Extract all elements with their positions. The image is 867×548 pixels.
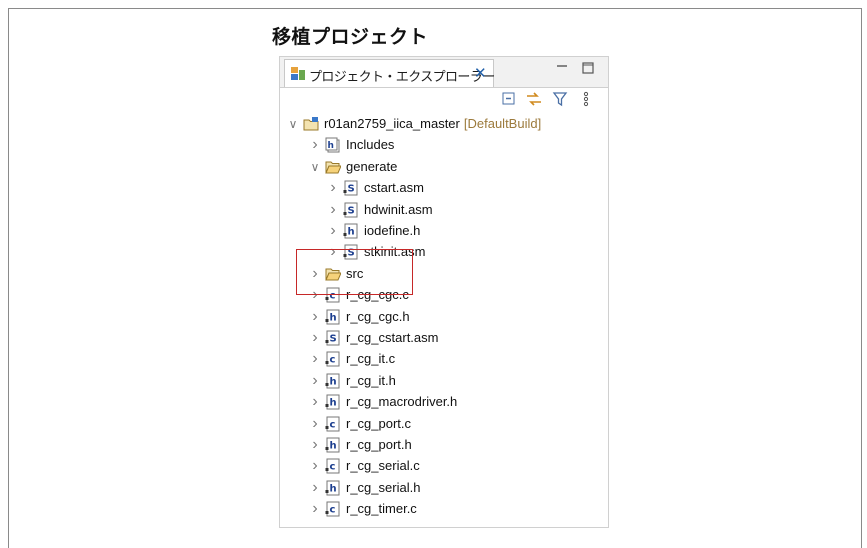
c-file-icon: c: [325, 416, 340, 431]
tree-item-label: r_cg_timer.c: [346, 501, 417, 516]
tree-row[interactable]: › h r_cg_macrodriver.h: [308, 391, 457, 412]
tree-row[interactable]: › c r_cg_serial.c: [308, 455, 420, 476]
view-menu-icon[interactable]: [582, 91, 590, 107]
tree-item-label: hdwinit.asm: [364, 202, 433, 217]
project-name: r01an2759_iica_master: [324, 116, 460, 131]
includes-icon: h: [325, 137, 340, 152]
chevron-right-icon[interactable]: ›: [308, 393, 322, 411]
tree-item-label: r_cg_serial.h: [346, 480, 421, 495]
tree-item-label: generate: [346, 159, 398, 174]
chevron-right-icon[interactable]: ›: [308, 329, 322, 347]
close-icon[interactable]: ✕: [474, 64, 487, 82]
highlight-box: [296, 249, 413, 295]
header-file-icon: h: [325, 373, 340, 388]
page-title: 移植プロジェクト: [272, 26, 429, 48]
chevron-right-icon[interactable]: ›: [308, 308, 322, 326]
tree-item-label: iodefine.h: [364, 223, 421, 238]
svg-text:h: h: [330, 483, 337, 494]
tree-item-label: r_cg_port.c: [346, 416, 412, 431]
svg-text:S: S: [330, 333, 337, 344]
tab-project-explorer[interactable]: プロジェクト・エクスプローラー ✕: [284, 59, 495, 87]
svg-text:h: h: [330, 397, 337, 408]
chevron-down-icon[interactable]: ∨: [308, 160, 322, 174]
chevron-right-icon[interactable]: ›: [326, 222, 340, 240]
svg-text:h: h: [328, 141, 334, 151]
tree-row[interactable]: › Shdwinit.asm: [326, 199, 433, 220]
tree-item-label: r_cg_cstart.asm: [346, 330, 439, 345]
tree-row[interactable]: ∨ generate: [308, 156, 398, 177]
tree-row[interactable]: › h Includes: [308, 134, 394, 155]
svg-text:S: S: [348, 205, 355, 216]
chevron-right-icon[interactable]: ›: [308, 457, 322, 475]
asm-file-icon: S: [343, 180, 358, 195]
chevron-right-icon[interactable]: ›: [308, 415, 322, 433]
minimize-icon[interactable]: [556, 61, 568, 77]
build-config-decoration: [DefaultBuild]: [463, 116, 542, 131]
svg-text:h: h: [348, 226, 355, 237]
tree-row[interactable]: › h r_cg_it.h: [308, 370, 396, 391]
chevron-right-icon[interactable]: ›: [308, 436, 322, 454]
filter-icon[interactable]: [552, 91, 568, 107]
chevron-right-icon[interactable]: ›: [308, 479, 322, 497]
svg-text:S: S: [348, 183, 355, 194]
tree-item-label: Includes: [346, 137, 395, 152]
tree-row[interactable]: › h r_cg_cgc.h: [308, 306, 410, 327]
svg-text:c: c: [330, 354, 336, 365]
chevron-right-icon[interactable]: ›: [326, 201, 340, 219]
maximize-icon[interactable]: [582, 61, 594, 77]
tree-row[interactable]: › c r_cg_timer.c: [308, 498, 417, 519]
chevron-down-icon[interactable]: ∨: [286, 117, 300, 131]
chevron-right-icon[interactable]: ›: [308, 136, 322, 154]
tree-row[interactable]: › Scstart.asm: [326, 177, 424, 198]
asm-file-icon: S: [343, 202, 358, 217]
tree-item-label: r_cg_serial.c: [346, 458, 420, 473]
tree-row[interactable]: › Sr_cg_cstart.asm: [308, 327, 438, 348]
chevron-right-icon[interactable]: ›: [308, 372, 322, 390]
svg-text:c: c: [330, 504, 336, 515]
tree-row[interactable]: › c r_cg_it.c: [308, 348, 395, 369]
tree-row-project[interactable]: ∨ r01an2759_iica_master [DefaultBuild]: [286, 113, 542, 134]
tree-row[interactable]: › h r_cg_port.h: [308, 434, 412, 455]
project-folder-icon: [303, 116, 319, 130]
c-file-icon: c: [325, 501, 340, 516]
svg-text:h: h: [330, 376, 337, 387]
tree-item-label: r_cg_macrodriver.h: [346, 394, 458, 409]
link-with-editor-icon[interactable]: [525, 91, 543, 107]
tree-item-label: r_cg_port.h: [346, 437, 412, 452]
tree-item-label: r_cg_cgc.h: [346, 309, 410, 324]
header-file-icon: h: [325, 394, 340, 409]
chevron-right-icon[interactable]: ›: [308, 500, 322, 518]
svg-text:h: h: [330, 440, 337, 451]
tree-item-label: r_cg_it.h: [346, 373, 396, 388]
view-tab-bar: プロジェクト・エクスプローラー ✕: [280, 57, 608, 88]
collapse-all-icon[interactable]: [501, 91, 517, 107]
project-explorer-icon: [291, 67, 305, 80]
header-file-icon: h: [325, 309, 340, 324]
tab-label: プロジェクト・エクスプローラー: [309, 70, 495, 85]
tree-row[interactable]: › c r_cg_port.c: [308, 413, 411, 434]
c-file-icon: c: [325, 351, 340, 366]
chevron-right-icon[interactable]: ›: [326, 179, 340, 197]
header-file-icon: h: [325, 437, 340, 452]
tree-item-label: cstart.asm: [364, 180, 424, 195]
c-file-icon: c: [325, 458, 340, 473]
chevron-right-icon[interactable]: ›: [308, 350, 322, 368]
svg-text:c: c: [330, 419, 336, 430]
header-file-icon: h: [325, 480, 340, 495]
folder-open-icon: [325, 161, 341, 173]
tree-row[interactable]: › h iodefine.h: [326, 220, 420, 241]
header-file-icon: h: [343, 223, 358, 238]
asm-file-icon: S: [325, 330, 340, 345]
tree-row[interactable]: › h r_cg_serial.h: [308, 477, 420, 498]
view-toolbar: [280, 88, 608, 110]
tree-item-label: r_cg_it.c: [346, 351, 396, 366]
svg-text:h: h: [330, 312, 337, 323]
svg-text:c: c: [330, 461, 336, 472]
